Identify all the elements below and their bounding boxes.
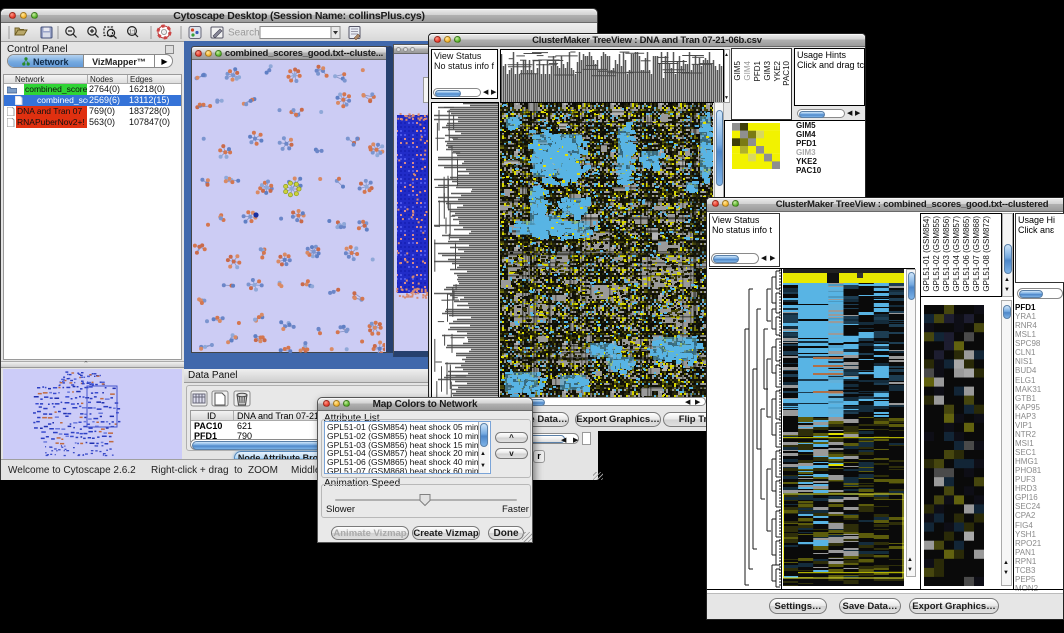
svg-text:Search:: Search:: [228, 28, 262, 39]
svg-text:1:1: 1:1: [129, 30, 136, 36]
